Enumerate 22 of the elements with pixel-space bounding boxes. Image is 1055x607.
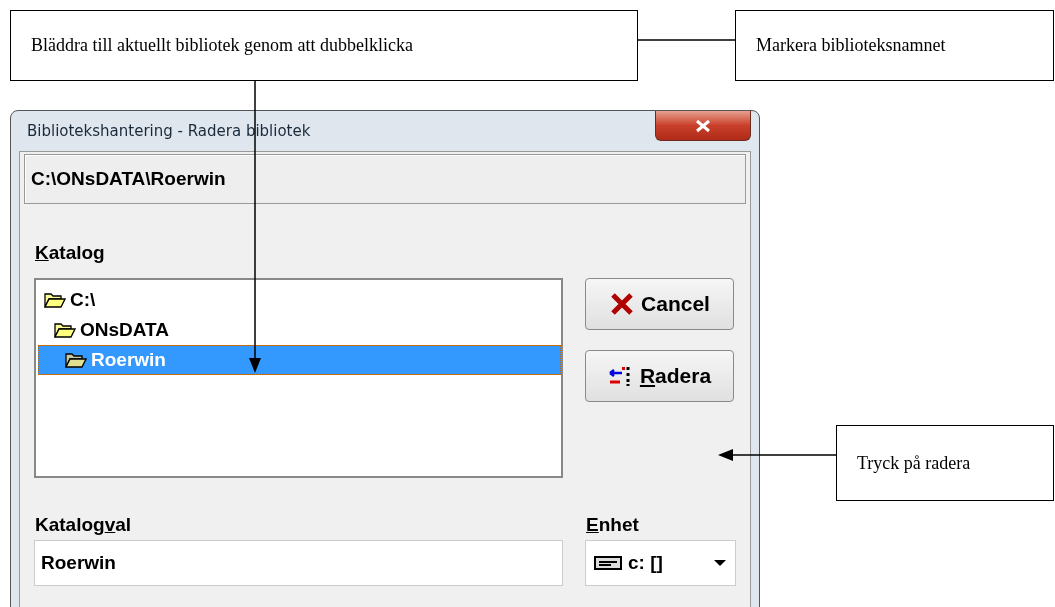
close-button[interactable] xyxy=(655,111,751,141)
close-icon xyxy=(694,118,712,133)
selection-label: Katalogval xyxy=(34,513,133,536)
callout-box: Markera biblioteksnamnet xyxy=(735,10,1054,81)
drive-icon xyxy=(594,555,622,571)
cross-icon xyxy=(609,292,636,316)
selection-field[interactable]: Roerwin xyxy=(34,540,563,586)
tree-item[interactable]: ONsDATA xyxy=(38,315,561,345)
catalog-label: Katalog xyxy=(34,242,106,264)
caret-icon xyxy=(713,559,727,567)
folder-icon xyxy=(44,291,66,309)
folder-icon xyxy=(54,321,76,339)
callout-box: Tryck på radera xyxy=(836,425,1054,501)
cancel-button[interactable]: Cancel xyxy=(585,278,734,330)
drive-label: Enhet xyxy=(585,513,640,536)
drive-dropdown[interactable]: c: [] xyxy=(585,540,736,586)
path-display: C:\ONsDATA\Roerwin xyxy=(24,154,746,204)
folder-icon xyxy=(65,351,87,369)
directory-list[interactable]: C:\ ONsDATA Roerwin xyxy=(34,278,563,478)
tree-item[interactable]: C:\ xyxy=(38,285,561,315)
callout-box: Bläddra till aktuellt bibliotek genom att dubbelklicka xyxy=(10,10,638,81)
delete-button[interactable]: Radera xyxy=(585,350,734,402)
